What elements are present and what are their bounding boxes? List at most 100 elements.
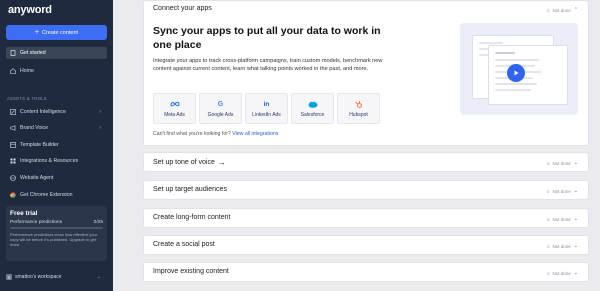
trial-metric-value: 0/25 [93, 220, 103, 225]
sidebar-item-integrations[interactable]: Integrations & Resources [6, 155, 107, 167]
workspace-switcher[interactable]: S smattoo's workspace ⌄ [6, 271, 107, 283]
integration-label: LinkedIn Ads [252, 111, 281, 118]
sidebar-item-chrome-extension[interactable]: Get Chrome Extension [6, 189, 107, 201]
sidebar-item-home[interactable]: Home [6, 65, 107, 77]
linkedin-icon: in [263, 100, 270, 108]
status-label: Not done [552, 243, 571, 249]
status-label: Not done [552, 216, 571, 222]
status-label: Not done [552, 270, 571, 276]
list-icon: ≡ [546, 188, 550, 194]
step-status[interactable]: ≡ Not done ⌄ [547, 270, 578, 276]
connect-status[interactable]: ≡ Not done ⌃ [547, 7, 578, 13]
preview-mock-front [488, 45, 568, 105]
play-button[interactable] [507, 64, 525, 82]
view-all-integrations-link[interactable]: View all integrations [232, 131, 278, 137]
create-content-label: Create content [42, 29, 79, 36]
integration-google-ads[interactable]: G Google Ads [199, 93, 242, 124]
sidebar-item-label: Template Builder [20, 142, 59, 148]
step-title: Create long-form content [153, 214, 230, 221]
sidebar-item-label: Integrations & Resources [20, 158, 79, 164]
sidebar-item-label: Content Intelligence [20, 109, 66, 115]
chevron-down-icon: ⌄ [573, 270, 578, 276]
chart-icon [10, 109, 16, 115]
salesforce-icon [308, 100, 318, 109]
sync-title: Sync your apps to put all your data to w… [153, 25, 381, 51]
chevron-up-icon: ⌃ [573, 7, 578, 13]
sync-description: Integrate your apps to track cross-platf… [153, 58, 383, 73]
chevron-down-icon: ⌄ [96, 274, 101, 280]
megaphone-icon [10, 125, 16, 131]
list-icon: ≡ [546, 160, 550, 166]
plus-icon: + [34, 29, 39, 36]
create-content-button[interactable]: + Create content [6, 25, 107, 40]
trial-description: Performance predictions show how effecti… [10, 232, 98, 248]
sidebar-item-label: Get Chrome Extension [20, 192, 73, 198]
trial-metric-row: Performance predictions 0/25 [10, 220, 103, 225]
step-improve-content[interactable]: Improve existing content ≡ Not done ⌄ [143, 262, 589, 282]
status-label: Not done [552, 160, 571, 166]
status-label: Not done [552, 7, 571, 13]
step-tone-of-voice[interactable]: Set up tone of voice → ≡ Not done ⌄ [143, 152, 589, 172]
list-icon: ≡ [546, 216, 550, 222]
step-title: Create a social post [153, 241, 215, 248]
integration-label: Google Ads [207, 111, 234, 118]
chrome-icon [10, 192, 16, 198]
step-status[interactable]: ≡ Not done ⌄ [547, 188, 578, 194]
workspace-label: smattoo's workspace [15, 274, 62, 280]
play-icon [514, 70, 519, 76]
step-social-post[interactable]: Create a social post ≡ Not done ⌄ [143, 235, 589, 255]
chevron-right-icon: › [99, 125, 101, 131]
step-long-form-content[interactable]: Create long-form content ≡ Not done ⌄ [143, 208, 589, 228]
sidebar-item-brand-voice[interactable]: Brand Voice › [6, 122, 107, 134]
sidebar-item-get-started[interactable]: Get started [6, 47, 107, 59]
globe-icon [10, 175, 16, 181]
step-title: Improve existing content [153, 268, 229, 275]
meta-icon [170, 100, 180, 109]
arrow-right-icon: → [217, 158, 226, 167]
step-status[interactable]: ≡ Not done ⌄ [547, 216, 578, 222]
chevron-down-icon: ⌄ [573, 243, 578, 249]
list-icon: ≡ [546, 7, 550, 13]
step-status[interactable]: ≡ Not done ⌄ [547, 160, 578, 166]
chevron-right-icon: › [99, 109, 101, 115]
google-icon: G [217, 100, 224, 108]
step-title-text: Set up tone of voice [153, 159, 215, 166]
main-content: Connect your apps ≡ Not done ⌃ Sync your… [113, 0, 600, 291]
find-integrations-line: Can't find what you're looking for? View… [153, 131, 278, 137]
app-logo[interactable]: anyword [8, 4, 52, 16]
trial-progress-bar [10, 227, 103, 229]
integration-linkedin-ads[interactable]: in LinkedIn Ads [245, 93, 288, 124]
list-icon: ≡ [546, 243, 550, 249]
step-target-audiences[interactable]: Set up target audiences ≡ Not done ⌄ [143, 180, 589, 200]
flag-icon [10, 50, 16, 56]
hubspot-icon [354, 100, 364, 109]
free-trial-panel: Free trial Performance predictions 0/25 … [6, 206, 107, 261]
section-label-assets: ASSETS & TOOLS [7, 96, 47, 101]
step-title-text: Set up target audiences [153, 186, 227, 193]
home-icon [10, 68, 16, 74]
step-title: Set up target audiences [153, 186, 227, 193]
sidebar: anyword + Create content Get started Hom… [0, 0, 113, 291]
chevron-down-icon: ⌄ [573, 188, 578, 194]
trial-title: Free trial [10, 210, 38, 217]
integration-salesforce[interactable]: Salesforce [291, 93, 334, 124]
integration-meta-ads[interactable]: Meta Ads [153, 93, 196, 124]
status-label: Not done [552, 188, 571, 194]
list-icon: ≡ [546, 270, 550, 276]
integration-label: Hubspot [349, 111, 368, 118]
step-title-text: Improve existing content [153, 268, 229, 275]
step-status[interactable]: ≡ Not done ⌄ [547, 243, 578, 249]
integration-label: Meta Ads [164, 111, 185, 118]
chevron-down-icon: ⌄ [573, 216, 578, 222]
step-title-text: Create a social post [153, 241, 215, 248]
connect-apps-card: Connect your apps ≡ Not done ⌃ Sync your… [143, 0, 589, 146]
template-icon [10, 142, 16, 148]
find-text: Can't find what you're looking for? [153, 131, 231, 137]
connect-apps-header[interactable]: Connect your apps [153, 5, 212, 12]
sidebar-item-website-agent[interactable]: Website Agent [6, 172, 107, 184]
sidebar-item-content-intelligence[interactable]: Content Intelligence › [6, 106, 107, 118]
workspace-avatar: S [6, 274, 12, 280]
sidebar-item-template-builder[interactable]: Template Builder [6, 139, 107, 151]
video-preview[interactable] [460, 23, 578, 115]
integration-hubspot[interactable]: Hubspot [337, 93, 380, 124]
